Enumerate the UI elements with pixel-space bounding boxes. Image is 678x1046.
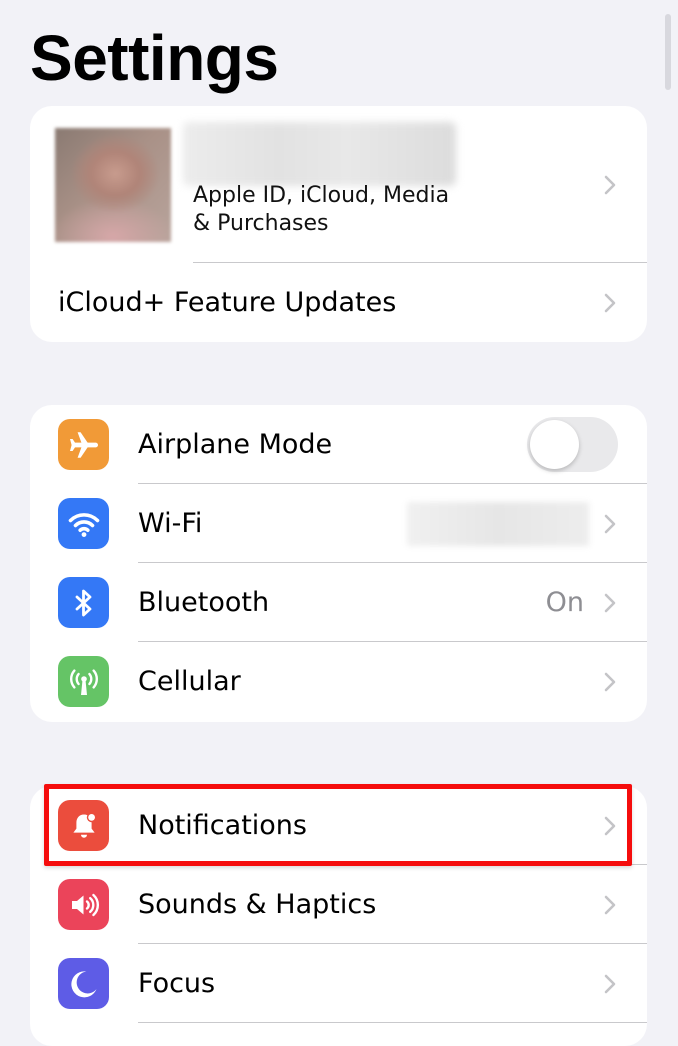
speaker-icon xyxy=(58,879,109,930)
apple-id-subtitle-line1: Apple ID, iCloud, Media xyxy=(193,183,450,208)
sounds-haptics-row[interactable]: Sounds & Haptics xyxy=(30,865,647,944)
wifi-network-name-redacted xyxy=(407,502,589,546)
icloud-feature-updates-row[interactable]: iCloud+ Feature Updates xyxy=(30,263,647,342)
airplane-icon xyxy=(58,419,109,470)
wifi-label: Wi-Fi xyxy=(138,508,203,539)
apple-id-subtitle: Apple ID, iCloud, Media & Purchases xyxy=(193,182,493,238)
chevron-right-icon xyxy=(604,514,616,534)
airplane-mode-row: Airplane Mode xyxy=(30,405,647,484)
cellular-row[interactable]: Cellular xyxy=(30,642,647,721)
avatar xyxy=(55,128,171,242)
scroll-indicator xyxy=(665,14,671,90)
wifi-row[interactable]: Wi-Fi xyxy=(30,484,647,563)
focus-row[interactable]: Focus xyxy=(30,944,647,1023)
toggle-knob xyxy=(530,420,579,469)
sounds-haptics-label: Sounds & Haptics xyxy=(138,889,377,920)
focus-label: Focus xyxy=(138,968,216,999)
account-name-redacted xyxy=(183,122,456,186)
chevron-right-icon xyxy=(604,672,616,692)
chevron-right-icon xyxy=(604,293,616,313)
cellular-label: Cellular xyxy=(138,666,241,697)
bluetooth-label: Bluetooth xyxy=(138,587,270,618)
page-title: Settings xyxy=(30,22,279,94)
apple-id-row[interactable]: Apple ID, iCloud, Media & Purchases xyxy=(30,106,647,263)
icloud-feature-updates-label: iCloud+ Feature Updates xyxy=(58,287,397,318)
notifications-highlight-box xyxy=(44,784,632,866)
bluetooth-row[interactable]: Bluetooth On xyxy=(30,563,647,642)
bluetooth-status-value: On xyxy=(545,587,584,618)
chevron-right-icon xyxy=(604,593,616,613)
chevron-right-icon xyxy=(604,974,616,994)
cellular-antenna-icon xyxy=(58,656,109,707)
profile-group: Apple ID, iCloud, Media & Purchases iClo… xyxy=(30,106,647,342)
connectivity-group: Airplane Mode Wi-Fi Bluetooth On Cellula… xyxy=(30,405,647,722)
airplane-mode-toggle[interactable] xyxy=(527,417,618,472)
apple-id-subtitle-line2: & Purchases xyxy=(193,211,329,236)
chevron-right-icon xyxy=(604,895,616,915)
divider xyxy=(138,1022,647,1023)
airplane-mode-label: Airplane Mode xyxy=(138,429,333,460)
wifi-icon xyxy=(58,498,109,549)
bluetooth-icon xyxy=(58,577,109,628)
chevron-right-icon xyxy=(604,175,616,195)
moon-icon xyxy=(58,958,109,1009)
